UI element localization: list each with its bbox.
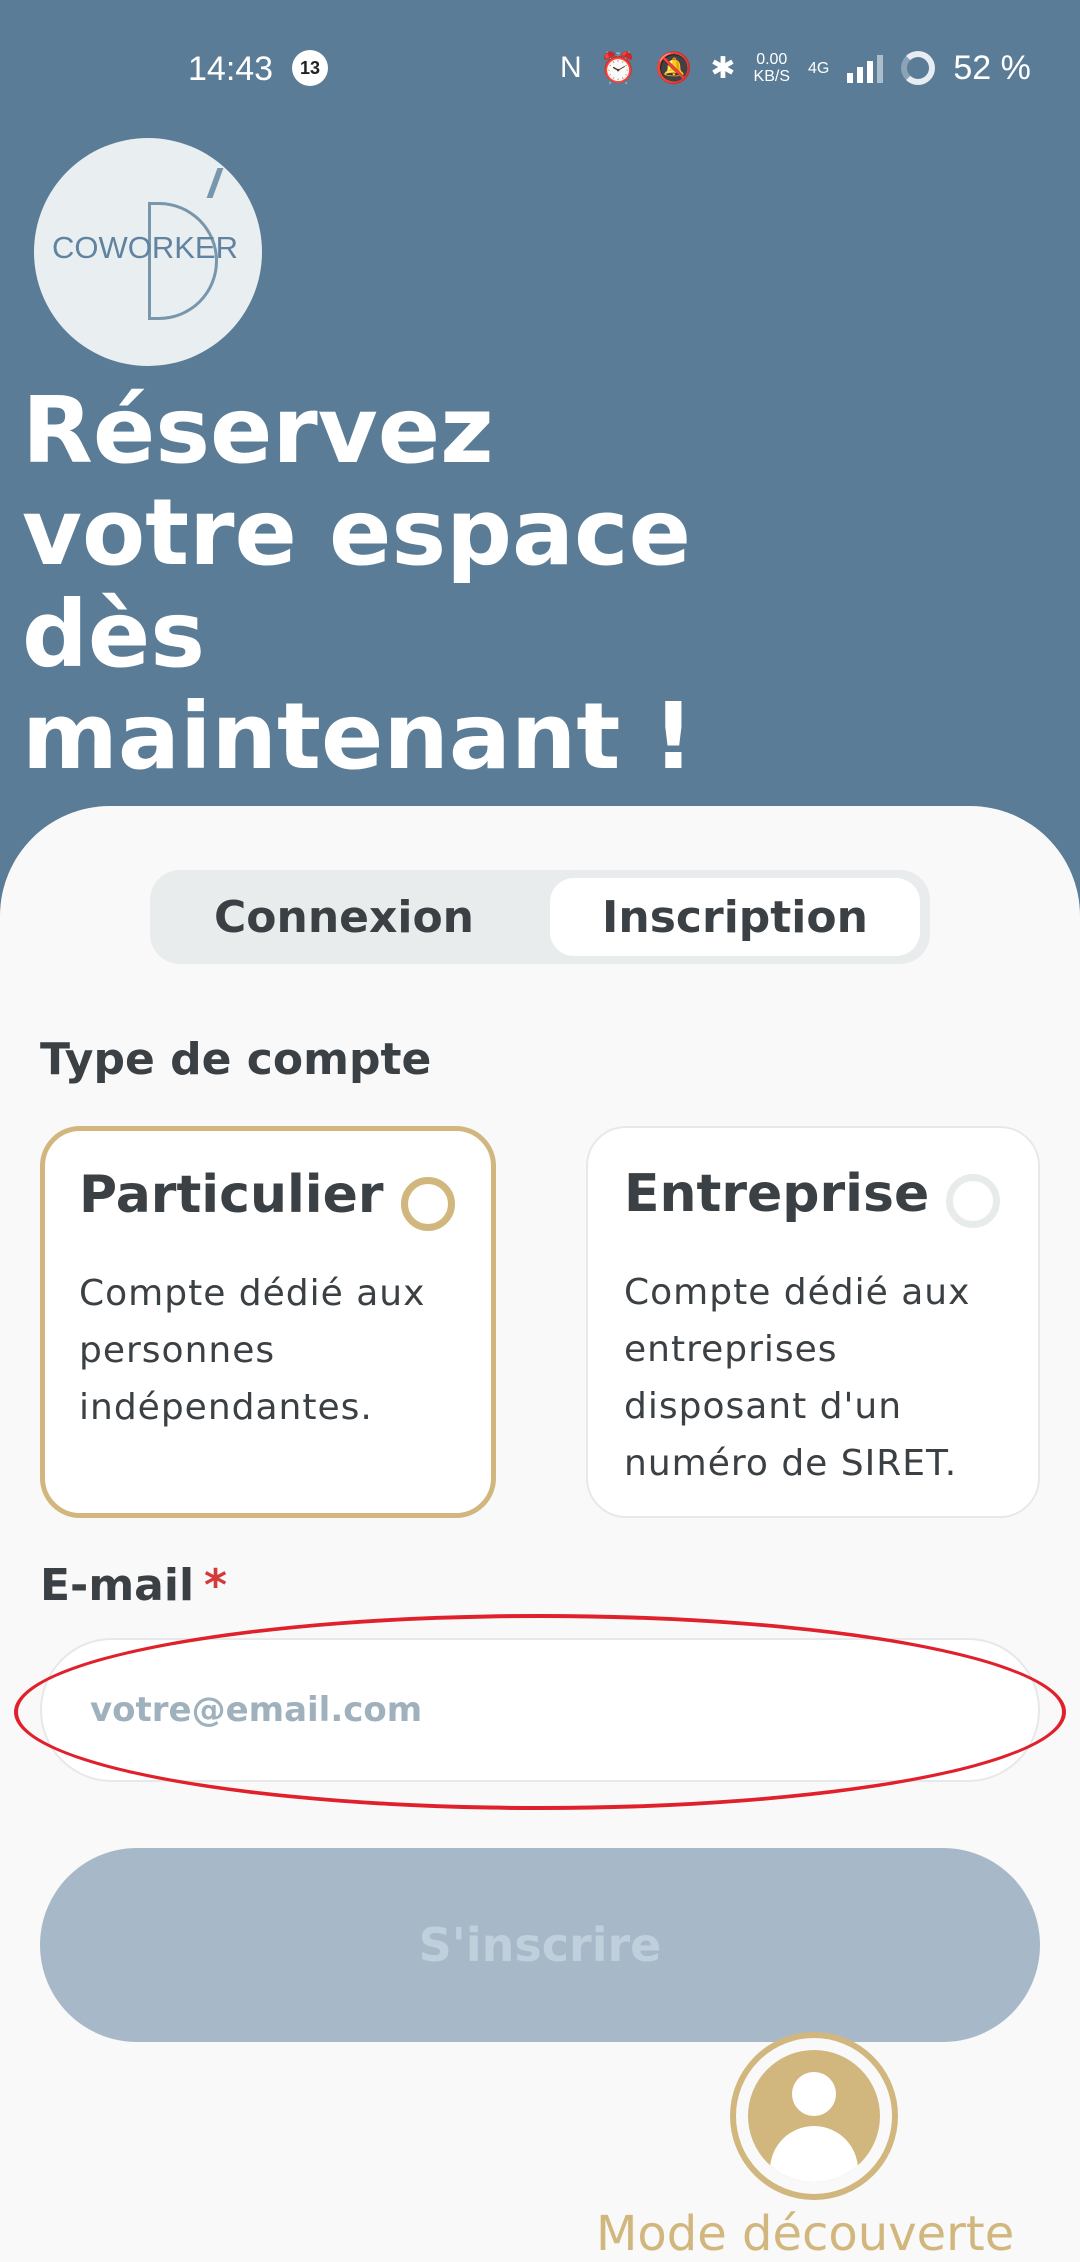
signup-card: Connexion Inscription Type de compte Par… (0, 806, 1080, 2262)
radio-selected-icon[interactable] (401, 1177, 455, 1231)
battery-icon (901, 51, 936, 85)
title-line: votre espace (22, 479, 691, 586)
auth-tabs: Connexion Inscription (150, 870, 930, 964)
signal-icon (847, 53, 884, 83)
alarm-icon: ⏰ (599, 51, 638, 85)
signup-button[interactable]: S'inscrire (40, 1848, 1040, 2042)
tab-connexion[interactable]: Connexion (158, 878, 530, 956)
account-type-label: Type de compte (40, 1034, 432, 1085)
title-line: dès (22, 581, 206, 688)
account-type-description: Compte dédié aux personnes indépendantes… (79, 1273, 426, 1428)
title-line: maintenant ! (22, 683, 695, 790)
email-field[interactable] (40, 1638, 1040, 1782)
status-bar: 14:43 13 N ⏰ 🔕 ✱ 0.00 KB/S 4G 52 % (0, 0, 1080, 140)
discover-mode-label[interactable]: Mode découverte (596, 2206, 1014, 2262)
notification-count-badge: 13 (292, 50, 328, 86)
email-label-text: E-mail (40, 1560, 195, 1611)
network-rate-unit: KB/S (753, 68, 790, 85)
title-line: Réservez (22, 377, 494, 484)
status-time: 14:43 (188, 50, 274, 88)
required-marker: * (204, 1560, 228, 1611)
radio-unselected-icon[interactable] (946, 1174, 1000, 1228)
status-icons: N ⏰ 🔕 ✱ 0.00 KB/S 4G 52 % (560, 46, 1031, 90)
account-type-particulier[interactable]: Particulier Compte dédié aux personnes i… (40, 1126, 496, 1518)
nfc-icon: N (560, 51, 582, 84)
mute-icon: 🔕 (655, 51, 693, 85)
network-type: 4G (808, 59, 830, 77)
logo-text: COWORKER (52, 230, 238, 265)
bluetooth-icon: ✱ (710, 51, 736, 85)
account-type-title: Entreprise (624, 1164, 930, 1224)
account-type-entreprise[interactable]: Entreprise Compte dédié aux entreprises … (586, 1126, 1040, 1518)
account-type-title: Particulier (79, 1165, 384, 1225)
network-rate-value: 0.00 (756, 51, 788, 68)
brand-logo: COWORKER (34, 138, 262, 366)
battery-percent: 52 % (953, 48, 1031, 87)
user-icon (748, 2050, 880, 2182)
email-label: E-mail * (40, 1560, 227, 1611)
page-title: Réservez votre espace dès maintenant ! (22, 380, 922, 788)
tab-inscription[interactable]: Inscription (550, 878, 920, 956)
account-type-description: Compte dédié aux entreprises disposant d… (624, 1272, 971, 1484)
network-rate: 0.00 KB/S (754, 51, 790, 85)
discover-mode-button[interactable] (730, 2032, 898, 2200)
